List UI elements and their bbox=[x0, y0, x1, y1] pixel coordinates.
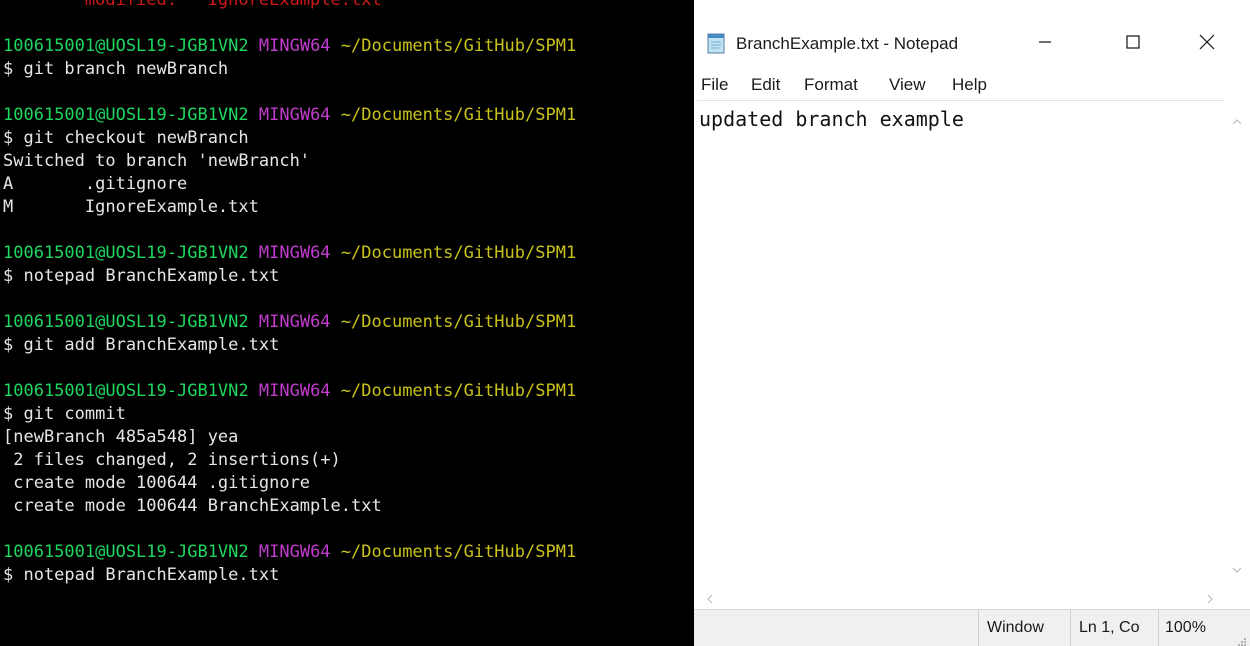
scroll-down-icon[interactable] bbox=[1232, 562, 1242, 573]
terminal-text-red: modified: IgnoreExample.txt bbox=[3, 0, 382, 10]
terminal-text-sys: MINGW64 bbox=[258, 312, 331, 332]
terminal-text-white bbox=[249, 36, 259, 56]
text-editor-area[interactable]: updated branch example bbox=[697, 100, 1224, 584]
terminal-text-white: [newBranch 485a548] yea bbox=[3, 427, 239, 447]
menu-edit[interactable]: Edit bbox=[751, 75, 780, 95]
resize-grip-icon[interactable] bbox=[1236, 633, 1246, 646]
notepad-window: BranchExample.txt - Notepad File Edit Fo… bbox=[694, 8, 1250, 646]
terminal-line: $ git add BranchExample.txt bbox=[3, 334, 576, 357]
terminal-text-sys: MINGW64 bbox=[258, 381, 331, 401]
terminal-line: Switched to branch 'newBranch' bbox=[3, 150, 576, 173]
terminal-text-white bbox=[249, 105, 259, 125]
desktop: modified: IgnoreExample.txt 100615001@UOS… bbox=[0, 0, 1250, 646]
terminal-text-path: ~/Documents/GitHub/SPM1 bbox=[330, 381, 577, 401]
terminal-text-sys: MINGW64 bbox=[258, 542, 331, 562]
close-icon bbox=[1199, 34, 1215, 55]
maximize-button[interactable] bbox=[1110, 22, 1156, 66]
terminal-text-white bbox=[249, 312, 259, 332]
terminal-line: A .gitignore bbox=[3, 173, 576, 196]
menu-bar: File Edit Format View Help bbox=[694, 70, 1250, 100]
window-title: BranchExample.txt - Notepad bbox=[736, 34, 959, 53]
terminal-text-sys: MINGW64 bbox=[258, 36, 331, 56]
terminal-line: 100615001@UOSL19-JGB1VN2 MINGW64 ~/Docum… bbox=[3, 35, 576, 58]
minimize-icon bbox=[1038, 35, 1052, 54]
terminal-text-path: ~/Documents/GitHub/SPM1 bbox=[330, 243, 577, 263]
minimize-button[interactable] bbox=[1022, 22, 1068, 66]
terminal-text-white: $ git branch newBranch bbox=[3, 59, 229, 79]
terminal-text-path: ~/Documents/GitHub/SPM1 bbox=[330, 542, 577, 562]
terminal-text-white: M IgnoreExample.txt bbox=[3, 197, 259, 217]
terminal-line: $ git commit bbox=[3, 403, 576, 426]
terminal-text-white bbox=[249, 542, 259, 562]
terminal-line: $ git branch newBranch bbox=[3, 58, 576, 81]
terminal-text-path: ~/Documents/GitHub/SPM1 bbox=[330, 312, 577, 332]
terminal-output: modified: IgnoreExample.txt 100615001@UOS… bbox=[3, 0, 576, 587]
terminal-line: [newBranch 485a548] yea bbox=[3, 426, 576, 449]
terminal-line: create mode 100644 .gitignore bbox=[3, 472, 576, 495]
terminal-line: 2 files changed, 2 insertions(+) bbox=[3, 449, 576, 472]
terminal-line: M IgnoreExample.txt bbox=[3, 196, 576, 219]
status-bar: Window Ln 1, Co 100% bbox=[694, 609, 1250, 646]
terminal-text-path: ~/Documents/GitHub/SPM1 bbox=[330, 36, 577, 56]
horizontal-scrollbar[interactable] bbox=[697, 583, 1224, 609]
close-button[interactable] bbox=[1184, 22, 1230, 66]
terminal-text-white: $ notepad BranchExample.txt bbox=[3, 565, 280, 585]
status-line-ending: Window bbox=[978, 610, 1070, 646]
terminal-text-user: 100615001@UOSL19-JGB1VN2 bbox=[3, 105, 249, 125]
terminal-text-user: 100615001@UOSL19-JGB1VN2 bbox=[3, 36, 249, 56]
terminal-text-sys: MINGW64 bbox=[258, 105, 331, 125]
maximize-icon bbox=[1126, 34, 1140, 54]
terminal-line: 100615001@UOSL19-JGB1VN2 MINGW64 ~/Docum… bbox=[3, 380, 576, 403]
terminal-text-white: $ notepad BranchExample.txt bbox=[3, 266, 280, 286]
menu-help[interactable]: Help bbox=[952, 75, 987, 95]
scrollbar-corner bbox=[1224, 583, 1250, 609]
menu-format[interactable]: Format bbox=[804, 75, 858, 95]
terminal-line: create mode 100644 BranchExample.txt bbox=[3, 495, 576, 518]
status-zoom-level: 100% bbox=[1158, 610, 1216, 646]
terminal-text-user: 100615001@UOSL19-JGB1VN2 bbox=[3, 381, 249, 401]
terminal-text-white bbox=[249, 381, 259, 401]
terminal-text-user: 100615001@UOSL19-JGB1VN2 bbox=[3, 542, 249, 562]
document-text: updated branch example bbox=[699, 107, 964, 131]
terminal-text-white: $ git checkout newBranch bbox=[3, 128, 249, 148]
menu-view[interactable]: View bbox=[889, 75, 926, 95]
terminal-line: $ git checkout newBranch bbox=[3, 127, 576, 150]
scroll-left-icon[interactable] bbox=[705, 591, 715, 604]
terminal-text-white: create mode 100644 .gitignore bbox=[3, 473, 311, 493]
scroll-up-icon[interactable] bbox=[1232, 114, 1242, 125]
terminal-text-white: 2 files changed, 2 insertions(+) bbox=[3, 450, 341, 470]
terminal-text-path: ~/Documents/GitHub/SPM1 bbox=[330, 105, 577, 125]
vertical-scrollbar[interactable] bbox=[1224, 100, 1250, 583]
terminal-text-user: 100615001@UOSL19-JGB1VN2 bbox=[3, 243, 249, 263]
terminal-text-white: $ git commit bbox=[3, 404, 126, 424]
notepad-icon bbox=[705, 32, 727, 54]
terminal-line: 100615001@UOSL19-JGB1VN2 MINGW64 ~/Docum… bbox=[3, 311, 576, 334]
mingw64-terminal[interactable]: modified: IgnoreExample.txt 100615001@UOS… bbox=[0, 0, 694, 646]
terminal-text-white: A .gitignore bbox=[3, 174, 188, 194]
terminal-text-user: 100615001@UOSL19-JGB1VN2 bbox=[3, 312, 249, 332]
scroll-right-icon[interactable] bbox=[1205, 591, 1215, 604]
terminal-line: $ notepad BranchExample.txt bbox=[3, 265, 576, 288]
terminal-text-sys: MINGW64 bbox=[258, 243, 331, 263]
terminal-line: modified: IgnoreExample.txt bbox=[3, 0, 576, 12]
terminal-line: 100615001@UOSL19-JGB1VN2 MINGW64 ~/Docum… bbox=[3, 541, 576, 564]
terminal-text-white: create mode 100644 BranchExample.txt bbox=[3, 496, 382, 516]
terminal-line: 100615001@UOSL19-JGB1VN2 MINGW64 ~/Docum… bbox=[3, 242, 576, 265]
terminal-text-white bbox=[249, 243, 259, 263]
terminal-line: $ notepad BranchExample.txt bbox=[3, 564, 576, 587]
status-cursor-position: Ln 1, Co bbox=[1070, 610, 1158, 646]
terminal-text-white: Switched to branch 'newBranch' bbox=[3, 151, 311, 171]
menu-file[interactable]: File bbox=[701, 75, 728, 95]
terminal-line: 100615001@UOSL19-JGB1VN2 MINGW64 ~/Docum… bbox=[3, 104, 576, 127]
terminal-text-white: $ git add BranchExample.txt bbox=[3, 335, 280, 355]
notepad-title-bar[interactable]: BranchExample.txt - Notepad bbox=[694, 8, 1250, 70]
